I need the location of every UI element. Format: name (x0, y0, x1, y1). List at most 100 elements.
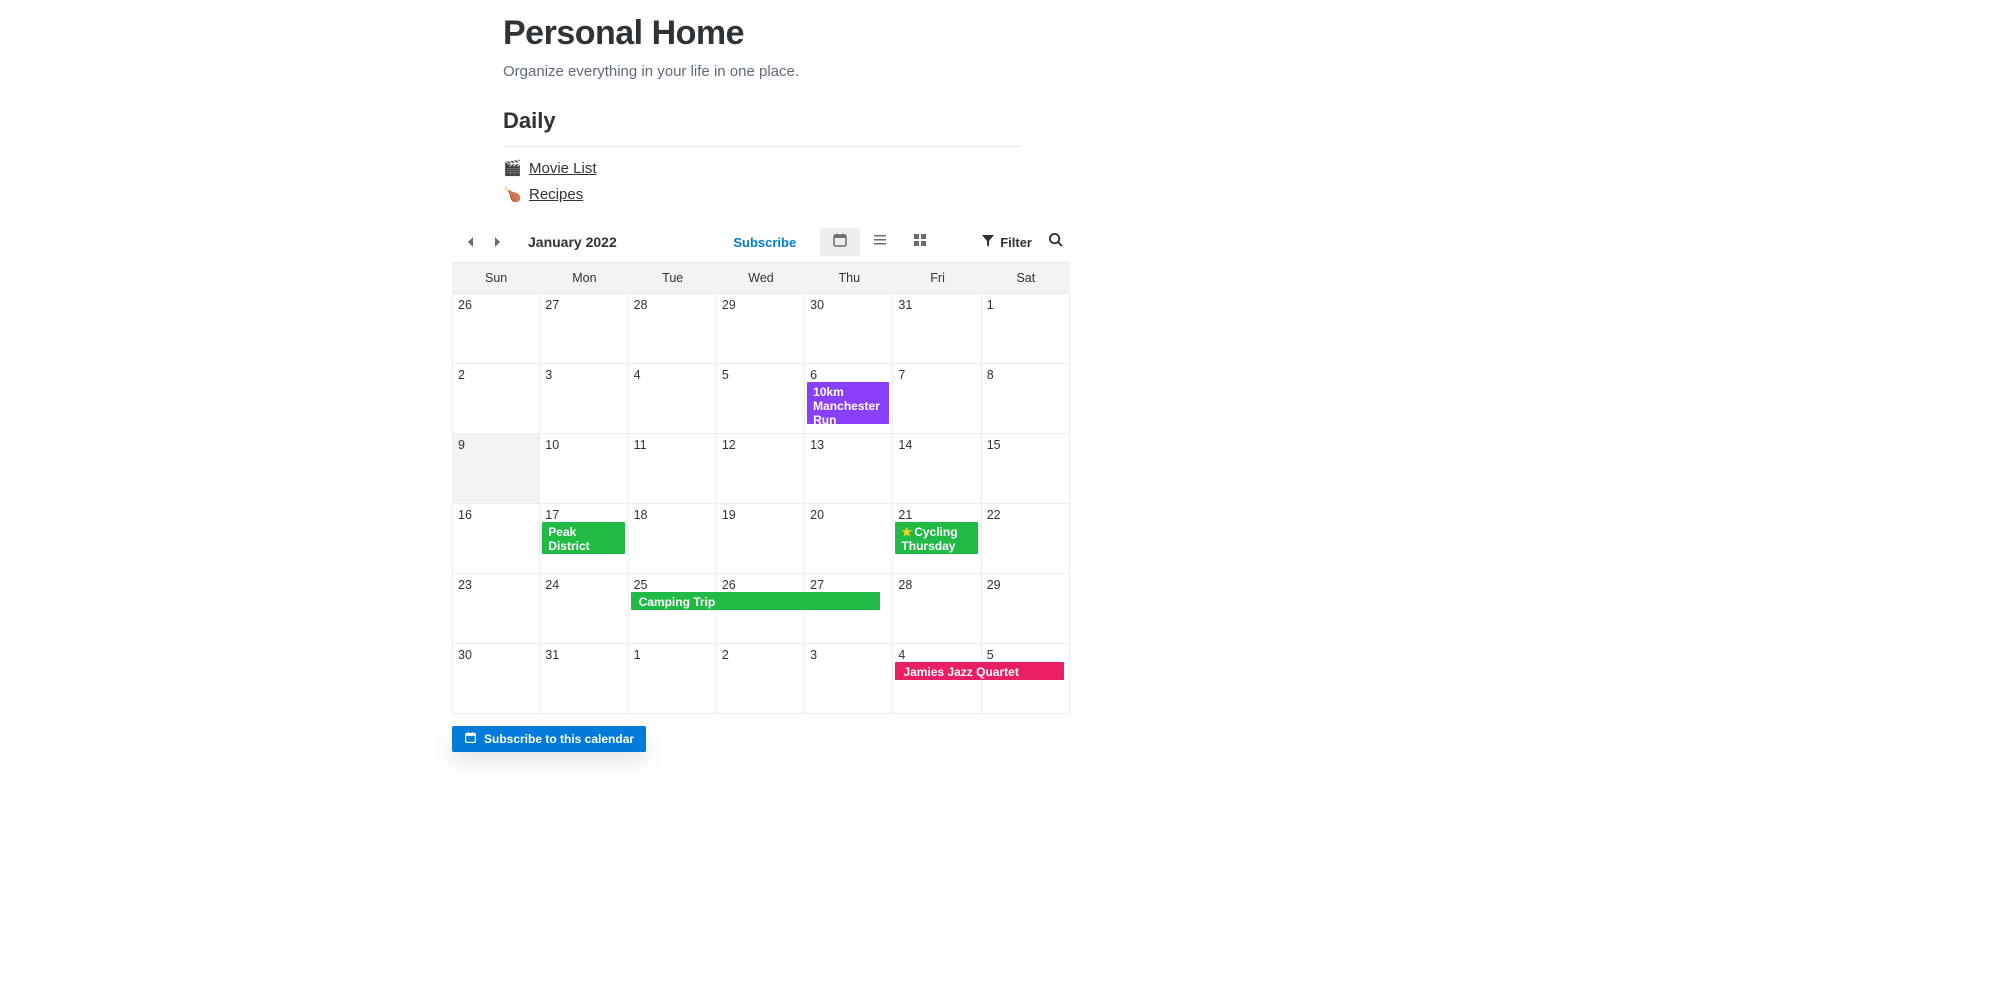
day-cell[interactable]: 5 (717, 364, 805, 434)
day-cell[interactable]: 30 (452, 644, 540, 714)
day-cell[interactable]: 2 (717, 644, 805, 714)
grid-icon (912, 232, 928, 253)
event-10km-run[interactable]: 10km Manchester Run (807, 382, 889, 424)
date-number: 15 (982, 438, 1069, 452)
filter-button[interactable]: Filter (982, 235, 1032, 250)
date-number: 25 (629, 578, 716, 592)
dow-thu: Thu (805, 263, 893, 293)
day-cell[interactable]: 26 (452, 294, 540, 364)
date-number: 20 (805, 508, 892, 522)
day-cell[interactable]: 19 (717, 504, 805, 574)
date-number: 2 (453, 368, 539, 382)
funnel-icon (982, 235, 994, 250)
list-item: 🎬 Movie List (503, 157, 1020, 181)
day-cell[interactable]: 13 (805, 434, 893, 504)
date-number: 3 (540, 368, 627, 382)
day-cell[interactable]: 3 (805, 644, 893, 714)
day-cell[interactable]: 16 (452, 504, 540, 574)
page-title: Personal Home (503, 14, 1020, 53)
day-cell[interactable]: 1 (982, 294, 1070, 364)
event-jamies-jazz-quartet[interactable]: Jamies Jazz Quartet (895, 662, 1064, 680)
date-number: 21 (893, 508, 980, 522)
date-number: 31 (540, 648, 627, 662)
date-number: 10 (540, 438, 627, 452)
day-cell[interactable]: 22 (982, 504, 1070, 574)
list-item: 🍗 Recipes (503, 183, 1020, 207)
subscribe-button-label: Subscribe to this calendar (484, 732, 634, 746)
day-cell[interactable]: 29 (982, 574, 1070, 644)
date-number: 26 (453, 298, 539, 312)
day-cell[interactable]: 17 Peak District Walk (540, 504, 628, 574)
date-number: 2 (717, 648, 804, 662)
view-grid-button[interactable] (900, 228, 940, 256)
day-cell[interactable]: 25 Camping Trip (629, 574, 717, 644)
day-cell[interactable]: 1 (629, 644, 717, 714)
day-cell[interactable]: 15 (982, 434, 1070, 504)
day-cell[interactable]: 31 (893, 294, 981, 364)
date-number: 23 (453, 578, 539, 592)
day-of-week-header: Sun Mon Tue Wed Thu Fri Sat (452, 262, 1070, 294)
subscribe-calendar-button[interactable]: Subscribe to this calendar (452, 726, 646, 752)
view-month-button[interactable] (820, 228, 860, 256)
date-number: 9 (453, 438, 539, 452)
view-list-button[interactable] (860, 228, 900, 256)
day-cell[interactable]: 23 (452, 574, 540, 644)
day-cell[interactable]: 8 (982, 364, 1070, 434)
date-number: 30 (805, 298, 892, 312)
day-cell-today[interactable]: 9 (452, 434, 540, 504)
date-number: 29 (717, 298, 804, 312)
star-icon: ★ (901, 525, 912, 539)
drumstick-icon: 🍗 (503, 183, 521, 207)
dow-sun: Sun (452, 263, 540, 293)
day-cell[interactable]: 2 (452, 364, 540, 434)
link-recipes[interactable]: Recipes (529, 183, 583, 207)
list-icon (872, 232, 888, 253)
next-month-button[interactable] (488, 233, 506, 251)
date-number: 27 (805, 578, 892, 592)
event-peak-district-walk[interactable]: Peak District Walk (542, 522, 624, 554)
calendar-icon (832, 232, 848, 253)
day-cell[interactable]: 7 (893, 364, 981, 434)
prev-month-button[interactable] (462, 233, 480, 251)
dow-mon: Mon (540, 263, 628, 293)
date-number: 28 (629, 298, 716, 312)
day-cell[interactable]: 3 (540, 364, 628, 434)
date-number: 16 (453, 508, 539, 522)
day-cell[interactable]: 11 (629, 434, 717, 504)
day-cell[interactable]: 6 10km Manchester Run (805, 364, 893, 434)
date-number: 1 (982, 298, 1069, 312)
day-cell[interactable]: 4 (629, 364, 717, 434)
search-button[interactable] (1046, 233, 1064, 251)
day-cell[interactable]: 31 (540, 644, 628, 714)
link-movie-list[interactable]: Movie List (529, 157, 597, 181)
date-number: 11 (629, 438, 716, 452)
date-number: 3 (805, 648, 892, 662)
calendar-icon (464, 731, 477, 747)
day-cell[interactable]: 21 ★Cycling Thursday (893, 504, 981, 574)
day-cell[interactable]: 28 (629, 294, 717, 364)
day-cell[interactable]: 14 (893, 434, 981, 504)
day-cell[interactable]: 4 Jamies Jazz Quartet (893, 644, 981, 714)
section-heading-daily: Daily (503, 108, 1020, 134)
date-number: 22 (982, 508, 1069, 522)
event-camping-trip[interactable]: Camping Trip (631, 592, 881, 610)
day-cell[interactable]: 30 (805, 294, 893, 364)
calendar-month-label: January 2022 (528, 234, 617, 250)
day-cell[interactable]: 27 (540, 294, 628, 364)
day-cell[interactable]: 28 (893, 574, 981, 644)
day-cell[interactable]: 10 (540, 434, 628, 504)
day-cell[interactable]: 12 (717, 434, 805, 504)
event-cycling-thursday[interactable]: ★Cycling Thursday (895, 522, 977, 554)
day-cell[interactable]: 29 (717, 294, 805, 364)
day-cell[interactable]: 20 (805, 504, 893, 574)
subscribe-link[interactable]: Subscribe (733, 235, 796, 250)
view-switcher (820, 228, 940, 256)
date-number: 1 (629, 648, 716, 662)
day-cell[interactable]: 18 (629, 504, 717, 574)
date-number: 26 (717, 578, 804, 592)
date-number: 14 (893, 438, 980, 452)
page-subtitle: Organize everything in your life in one … (503, 63, 1020, 80)
date-number: 17 (540, 508, 627, 522)
day-cell[interactable]: 24 (540, 574, 628, 644)
date-number: 28 (893, 578, 980, 592)
